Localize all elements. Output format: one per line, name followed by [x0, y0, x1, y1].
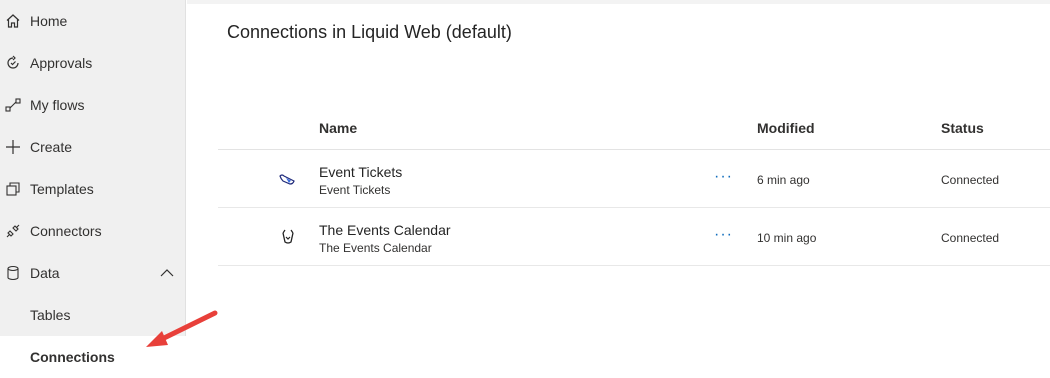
status-value: Connected	[941, 231, 1000, 245]
calendar-icon	[278, 227, 298, 247]
status-value: Connected	[941, 173, 1000, 187]
more-options-button[interactable]: ···	[714, 226, 733, 244]
column-header-name[interactable]: Name	[319, 120, 357, 136]
chevron-up-icon[interactable]	[160, 266, 174, 280]
sidebar-item-my-flows[interactable]: My flows	[0, 84, 186, 126]
connection-subname: Event Tickets	[319, 183, 391, 197]
home-icon	[4, 12, 22, 30]
connection-name[interactable]: Event Tickets	[319, 164, 402, 180]
sidebar-item-templates[interactable]: Templates	[0, 168, 186, 210]
sidebar-item-label: My flows	[30, 97, 85, 113]
more-options-button[interactable]: ···	[714, 168, 733, 186]
connector-icon	[4, 222, 22, 240]
connections-table: Name Modified Status Event Tickets Event…	[218, 106, 1050, 266]
sidebar-item-label: Home	[30, 13, 68, 29]
modified-value: 6 min ago	[757, 173, 810, 187]
connection-subname: The Events Calendar	[319, 241, 432, 255]
modified-value: 10 min ago	[757, 231, 817, 245]
sidebar-item-home[interactable]: Home	[0, 0, 186, 42]
approvals-icon	[4, 54, 22, 72]
flows-icon	[4, 96, 22, 114]
plus-icon	[4, 138, 22, 156]
sidebar-item-create[interactable]: Create	[0, 126, 186, 168]
templates-icon	[4, 180, 22, 198]
column-header-status[interactable]: Status	[941, 120, 984, 136]
sidebar-item-connectors[interactable]: Connectors	[0, 210, 186, 252]
ticket-icon	[278, 169, 298, 189]
database-icon	[4, 264, 22, 282]
sidebar-item-label: Templates	[30, 181, 94, 197]
sidebar-item-label: Connectors	[30, 223, 102, 239]
sidebar-item-label: Create	[30, 139, 73, 155]
annotation-arrow-icon	[146, 310, 218, 347]
sidebar-item-label: Data	[30, 265, 60, 281]
sidebar-item-label: Tables	[30, 307, 71, 323]
table-row[interactable]: The Events Calendar The Events Calendar …	[218, 208, 1050, 266]
table-header: Name Modified Status	[218, 106, 1050, 150]
top-strip	[187, 0, 1050, 4]
sidebar-item-label: Connections	[30, 349, 115, 365]
sidebar-item-data[interactable]: Data	[0, 252, 186, 294]
table-row[interactable]: Event Tickets Event Tickets ··· 6 min ag…	[218, 150, 1050, 208]
column-header-modified[interactable]: Modified	[757, 120, 815, 136]
sidebar-item-label: Approvals	[30, 55, 93, 71]
connection-name[interactable]: The Events Calendar	[319, 222, 451, 238]
sidebar-item-approvals[interactable]: Approvals	[0, 42, 186, 84]
page-title: Connections in Liquid Web (default)	[227, 22, 512, 42]
